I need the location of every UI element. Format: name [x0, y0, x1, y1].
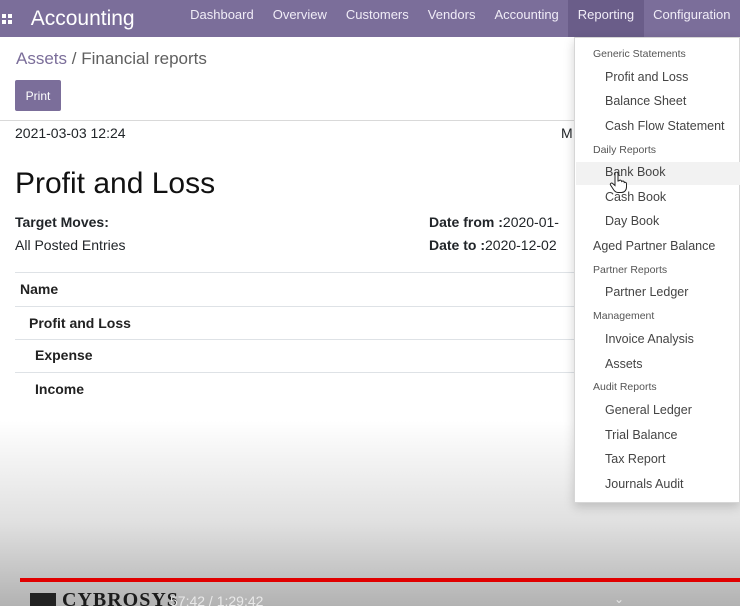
- menu-item-trial-balance[interactable]: Trial Balance: [605, 428, 678, 442]
- table-header-name: Name: [20, 281, 59, 297]
- date-from: Date from :2020-01-: [429, 214, 559, 230]
- chevron-down-icon[interactable]: ⌄: [614, 592, 624, 606]
- date-to-label: Date to :: [429, 237, 485, 253]
- menu-item-assets[interactable]: Assets: [605, 357, 643, 371]
- menu-item-day-book[interactable]: Day Book: [605, 214, 659, 228]
- nav-dashboard[interactable]: Dashboard: [181, 0, 264, 37]
- nav-vendors[interactable]: Vendors: [418, 0, 485, 37]
- breadcrumb-current: Financial reports: [81, 49, 207, 68]
- app-brand-title[interactable]: Accounting: [31, 7, 135, 31]
- menu-item-profit-and-loss[interactable]: Profit and Loss: [605, 70, 688, 84]
- top-navbar: Accounting Dashboard Overview Customers …: [0, 0, 740, 37]
- date-from-label: Date from :: [429, 214, 503, 230]
- nav-accounting[interactable]: Accounting: [485, 0, 568, 37]
- apps-menu-icon[interactable]: [0, 0, 15, 37]
- dropdown-header-daily: Daily Reports: [593, 144, 657, 156]
- video-logo-icon: [30, 593, 56, 606]
- hand-cursor-icon: [609, 172, 627, 193]
- menu-item-aged-partner-balance[interactable]: Aged Partner Balance: [593, 239, 715, 253]
- menu-item-partner-ledger[interactable]: Partner Ledger: [605, 285, 688, 299]
- dropdown-header-management: Management: [593, 310, 655, 322]
- dropdown-header-audit: Audit Reports: [593, 381, 657, 393]
- menu-item-general-ledger[interactable]: General Ledger: [605, 403, 692, 417]
- target-moves-label: Target Moves:: [15, 214, 109, 230]
- report-datetime: 2021-03-03 12:24: [15, 125, 126, 141]
- nav-reporting[interactable]: Reporting: [568, 0, 644, 37]
- report-truncated-text: M: [561, 125, 573, 141]
- menu-item-balance-sheet[interactable]: Balance Sheet: [605, 94, 686, 108]
- date-to-value: 2020-12-02: [485, 237, 557, 253]
- date-from-value: 2020-01-: [502, 214, 559, 230]
- video-logo-text: CYBROSYS: [62, 589, 179, 606]
- reporting-dropdown-menu: Generic Statements Profit and Loss Balan…: [574, 37, 740, 503]
- dropdown-header-partner: Partner Reports: [593, 264, 668, 276]
- nav-customers[interactable]: Customers: [336, 0, 418, 37]
- menu-item-journals-audit[interactable]: Journals Audit: [605, 477, 684, 491]
- breadcrumb-assets-link[interactable]: Assets: [16, 49, 67, 68]
- nav-overview[interactable]: Overview: [263, 0, 336, 37]
- menu-item-tax-report[interactable]: Tax Report: [605, 452, 665, 466]
- dropdown-header-generic: Generic Statements: [593, 48, 686, 60]
- video-progress-bar[interactable]: [20, 578, 740, 582]
- target-moves-value: All Posted Entries: [15, 237, 126, 253]
- nav-configuration[interactable]: Configuration: [644, 0, 740, 37]
- breadcrumb: Assets / Financial reports: [16, 49, 207, 69]
- date-to: Date to :2020-12-02: [429, 237, 557, 253]
- menu-item-cash-flow[interactable]: Cash Flow Statement: [605, 119, 725, 133]
- table-row-income[interactable]: Income: [35, 381, 84, 397]
- table-row-profit-and-loss[interactable]: Profit and Loss: [29, 315, 131, 331]
- report-title: Profit and Loss: [15, 167, 216, 200]
- table-row-expense[interactable]: Expense: [35, 347, 93, 363]
- print-button[interactable]: Print: [15, 80, 61, 111]
- video-time: 57:42 / 1:29:42: [170, 593, 264, 606]
- breadcrumb-separator: /: [71, 49, 77, 68]
- menu-item-invoice-analysis[interactable]: Invoice Analysis: [605, 332, 694, 346]
